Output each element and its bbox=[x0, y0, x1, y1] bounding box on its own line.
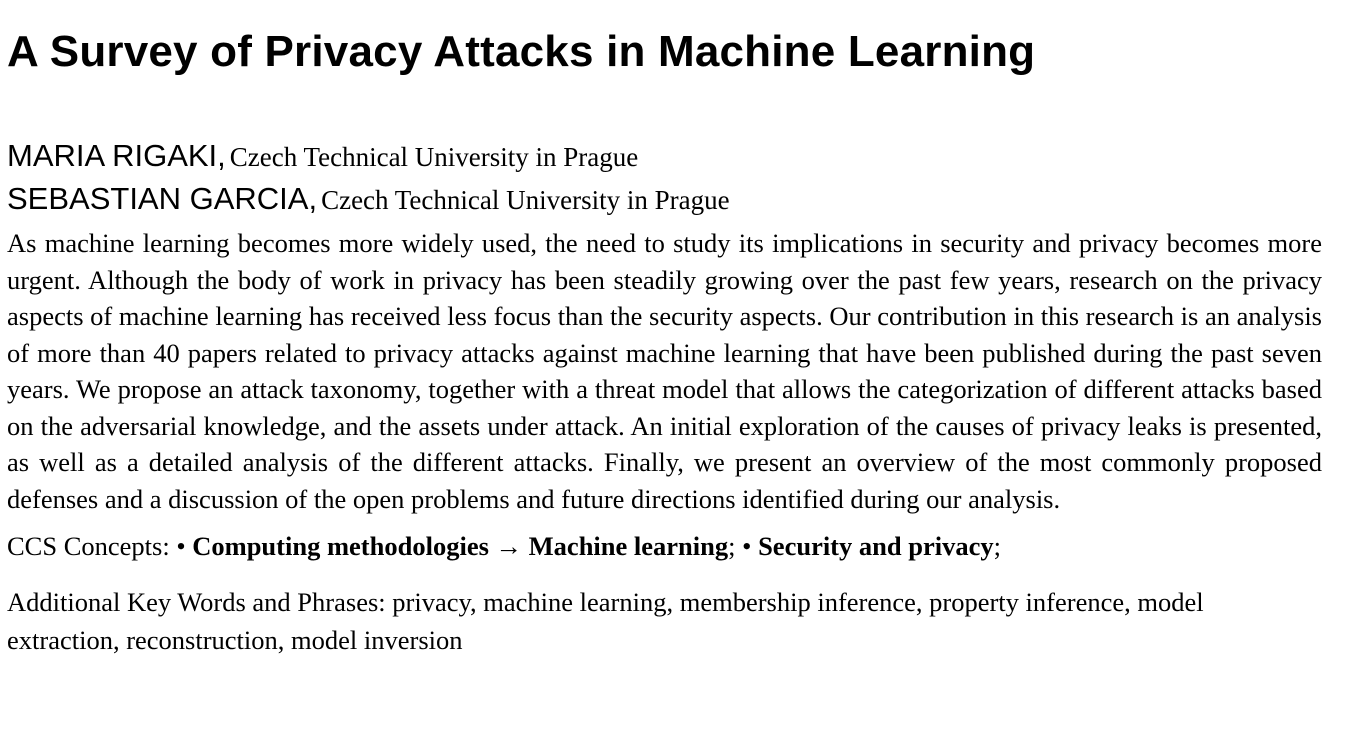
paper-page: A Survey of Privacy Attacks in Machine L… bbox=[0, 0, 1370, 744]
ccs-concept: Computing methodologies bbox=[192, 531, 489, 561]
keywords: Additional Key Words and Phrases: privac… bbox=[7, 583, 1322, 659]
keywords-label: Additional Key Words and Phrases: bbox=[7, 586, 386, 617]
ccs-label: CCS Concepts: bbox=[7, 531, 170, 561]
ccs-concepts: CCS Concepts: • Computing methodologies … bbox=[7, 528, 1322, 565]
paper-title: A Survey of Privacy Attacks in Machine L… bbox=[7, 27, 1036, 76]
ccs-subconcept: Machine learning bbox=[528, 531, 729, 561]
ccs-separator: ; bbox=[728, 531, 736, 561]
author-affiliation: Czech Technical University in Prague bbox=[321, 185, 730, 215]
ccs-concept: Security and privacy bbox=[758, 531, 994, 561]
abstract: As machine learning becomes more widely … bbox=[7, 228, 1322, 514]
ccs-bullet: • bbox=[176, 531, 186, 561]
author-list: MARIA RIGAKI, Czech Technical University… bbox=[7, 134, 1322, 220]
author-affiliation: Czech Technical University in Prague bbox=[229, 142, 639, 172]
author-name: SEBASTIAN GARCIA, bbox=[7, 181, 318, 216]
author-entry: MARIA RIGAKI, Czech Technical University… bbox=[7, 134, 1322, 177]
ccs-separator: ; bbox=[993, 531, 1001, 561]
ccs-bullet: • bbox=[742, 531, 752, 561]
author-entry: SEBASTIAN GARCIA, Czech Technical Univer… bbox=[7, 177, 1322, 220]
ccs-arrow: → bbox=[495, 531, 523, 561]
author-name: MARIA RIGAKI, bbox=[7, 138, 226, 173]
